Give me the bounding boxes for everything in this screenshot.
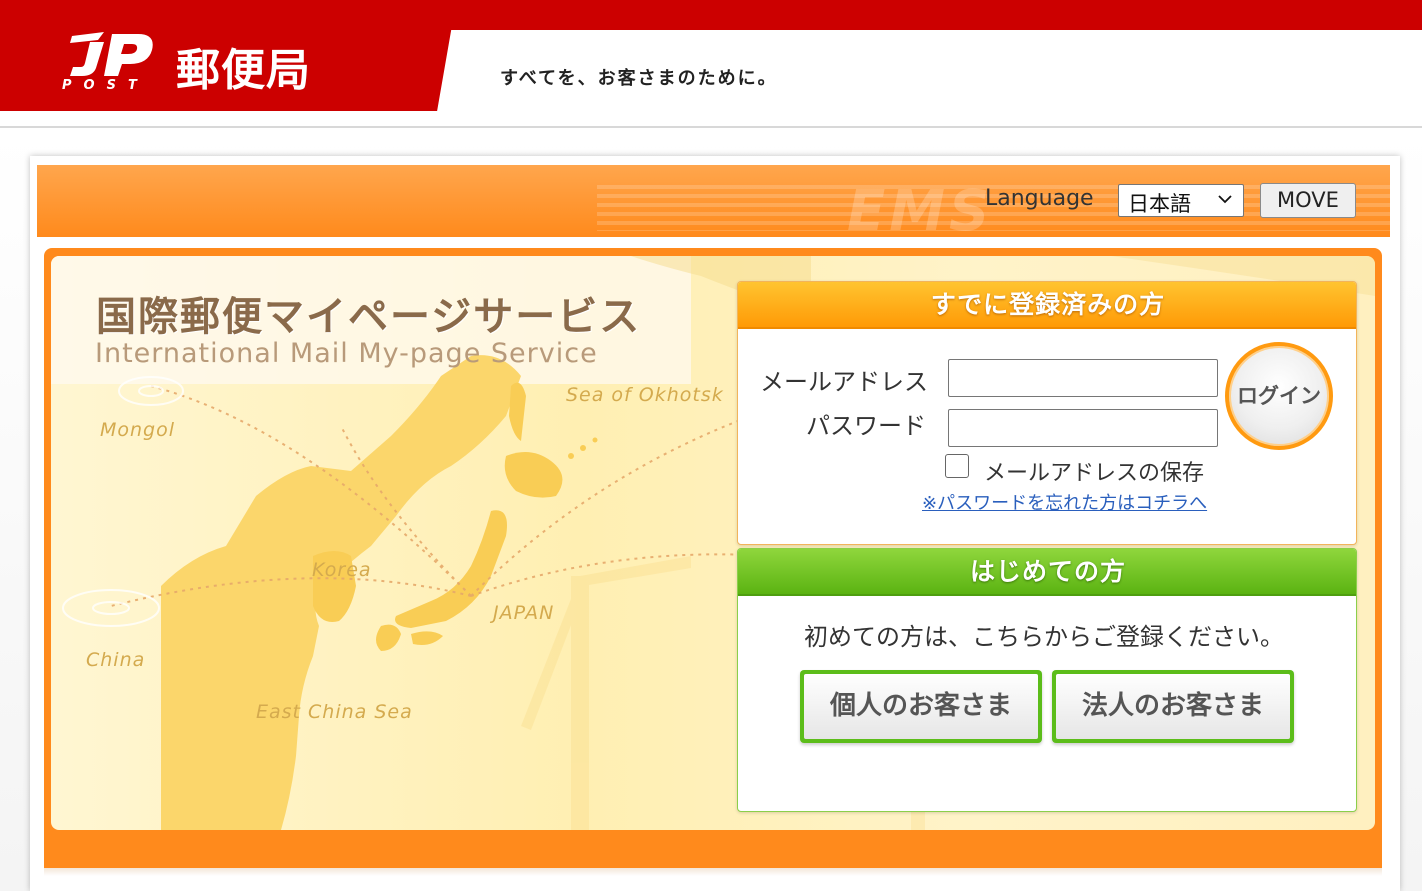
language-select-value: 日本語 bbox=[1128, 192, 1191, 216]
email-label: メールアドレス bbox=[760, 368, 928, 396]
login-panel-header: すでに登録済みの方 bbox=[738, 282, 1356, 329]
sakhalin-landmass bbox=[509, 382, 526, 441]
corporate-customer-button[interactable]: 法人のお客さま bbox=[1052, 670, 1294, 743]
personal-customer-button[interactable]: 個人のお客さま bbox=[800, 670, 1042, 743]
language-select[interactable]: 日本語 bbox=[1118, 184, 1244, 217]
language-label: Language bbox=[985, 186, 1094, 211]
remember-email-checkbox[interactable] bbox=[945, 454, 969, 478]
service-title-en: International Mail My-page Service bbox=[95, 338, 598, 369]
site-header: POST 郵便局 すべてを、お客さまのために。 bbox=[0, 0, 1422, 128]
logo-post-text: POST bbox=[62, 78, 149, 93]
ems-watermark: EMS bbox=[847, 179, 994, 237]
map-label-japan: JAPAN bbox=[493, 602, 555, 624]
jp-logo-icon[interactable] bbox=[64, 30, 156, 78]
service-title-jp: 国際郵便マイページサービス bbox=[96, 294, 642, 340]
chevron-down-icon bbox=[1218, 195, 1232, 204]
password-label: パスワード bbox=[806, 412, 926, 440]
corporate-customer-button-label: 法人のお客さま bbox=[1056, 674, 1290, 739]
remember-email-label[interactable]: メールアドレスの保存 bbox=[984, 455, 1204, 487]
personal-customer-button-label: 個人のお客さま bbox=[804, 674, 1038, 739]
slogan: すべてを、お客さまのために。 bbox=[500, 68, 778, 89]
password-input[interactable] bbox=[948, 409, 1218, 447]
honshu-landmass bbox=[395, 510, 507, 628]
login-button[interactable]: ログイン bbox=[1225, 342, 1333, 450]
email-input[interactable] bbox=[948, 359, 1218, 397]
forgot-password-link[interactable]: ※パスワードを忘れた方はコチラへ bbox=[922, 489, 1207, 515]
brand-name[interactable]: 郵便局 bbox=[176, 34, 311, 98]
map-label-mongol: Mongol bbox=[100, 419, 176, 441]
register-description: 初めての方は、こちらからご登録ください。 bbox=[804, 623, 1284, 651]
move-button[interactable]: MOVE bbox=[1260, 183, 1356, 218]
map-label-okhotsk: Sea of Okhotsk bbox=[566, 384, 724, 406]
map-label-east-china-sea: East China Sea bbox=[256, 701, 413, 723]
register-panel-header: はじめての方 bbox=[738, 549, 1356, 596]
map-label-korea: Korea bbox=[312, 559, 372, 581]
hokkaido-landmass bbox=[504, 452, 563, 498]
map-label-china: China bbox=[86, 649, 146, 671]
frame-bottom-shadow bbox=[44, 868, 1382, 876]
